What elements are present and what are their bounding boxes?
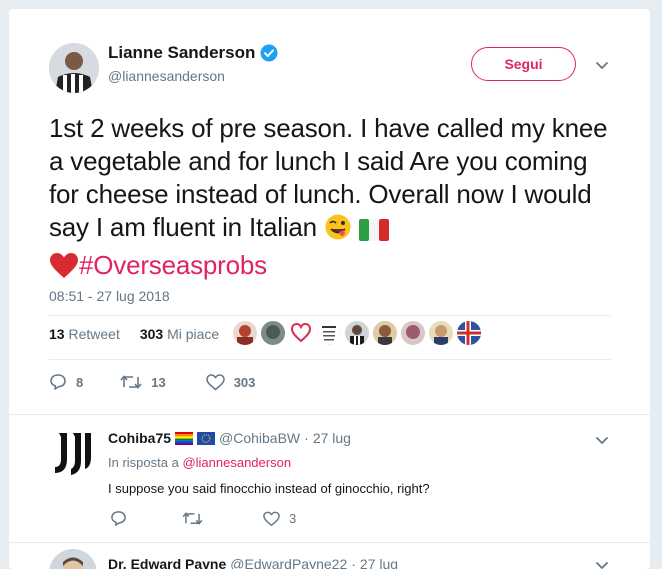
in-reply-to: In risposta a @liannesanderson xyxy=(108,455,291,470)
retweet-icon xyxy=(120,375,142,389)
reply-count: 8 xyxy=(76,374,84,390)
reply-author-name[interactable]: Cohiba75 xyxy=(108,430,171,446)
reply-icon[interactable] xyxy=(110,510,127,527)
reply-avatar[interactable] xyxy=(49,549,97,569)
retweet-count: 13 xyxy=(151,374,166,390)
divider xyxy=(49,359,611,360)
retweet-stat-label: Retweet xyxy=(68,326,120,342)
reply-date[interactable]: 27 lug xyxy=(313,430,351,446)
tweet-timestamp[interactable]: 08:51 - 27 lug 2018 xyxy=(49,288,170,304)
reply-icon xyxy=(50,374,66,390)
liker-avatar[interactable] xyxy=(373,321,397,345)
verified-badge-icon xyxy=(260,44,278,62)
chevron-down-icon[interactable] xyxy=(595,436,609,446)
like-stat[interactable]: 303 Mi piace xyxy=(140,326,219,342)
reply-actions: 3 xyxy=(110,510,296,527)
reply-like-count: 3 xyxy=(289,511,297,526)
chevron-down-icon[interactable] xyxy=(595,561,609,569)
like-action[interactable]: 303 xyxy=(205,373,256,391)
divider xyxy=(9,414,650,415)
liker-avatar[interactable] xyxy=(401,321,425,345)
like-stat-label: Mi piace xyxy=(167,326,220,342)
follow-button[interactable]: Segui xyxy=(471,47,576,81)
author-name[interactable]: Lianne Sanderson xyxy=(108,43,278,63)
reply-author: Cohiba75 @CohibaBW · 27 lug xyxy=(108,430,351,446)
heart-icon xyxy=(205,373,225,390)
in-reply-handle-link[interactable]: @liannesanderson xyxy=(182,455,291,470)
liker-avatars xyxy=(233,321,481,345)
reply-action[interactable]: 8 xyxy=(49,373,83,391)
reply-text: I suppose you said finocchio instead of … xyxy=(108,481,430,496)
divider xyxy=(9,542,650,543)
retweet-action[interactable]: 13 xyxy=(120,374,166,390)
tweet-actions: 8 13 303 xyxy=(49,373,255,391)
author-handle[interactable]: @liannesanderson xyxy=(108,68,225,84)
red-heart-icon xyxy=(49,252,79,287)
reply-separator: · xyxy=(304,430,309,446)
italy-flag-icon xyxy=(359,216,389,249)
tweet-card: Lianne Sanderson @liannesanderson Segui … xyxy=(9,9,650,569)
retweet-stat[interactable]: 13 Retweet xyxy=(49,326,120,342)
liker-avatar[interactable] xyxy=(289,321,313,345)
winking-face-emoji-icon xyxy=(324,213,352,249)
author-avatar[interactable] xyxy=(49,43,99,93)
liker-avatar[interactable] xyxy=(345,321,369,345)
reply-author-handle[interactable]: @CohibaBW xyxy=(219,430,300,446)
like-count: 303 xyxy=(233,374,256,390)
hashtag-link[interactable]: #Overseasprobs xyxy=(79,250,267,280)
like-stat-count: 303 xyxy=(139,326,164,342)
author-name-text[interactable]: Lianne Sanderson xyxy=(108,43,255,63)
tweet-stats: 13 Retweet 303 Mi piace xyxy=(49,326,219,342)
liker-avatar[interactable] xyxy=(261,321,285,345)
liker-avatar[interactable] xyxy=(457,321,481,345)
tweet-text: 1st 2 weeks of pre season. I have called… xyxy=(49,112,609,287)
retweet-stat-count: 13 xyxy=(49,326,65,342)
liker-avatar[interactable] xyxy=(233,321,257,345)
liker-avatar[interactable] xyxy=(429,321,453,345)
liker-avatar[interactable] xyxy=(317,321,341,345)
rainbow-flag-icon xyxy=(175,431,194,445)
chevron-down-icon[interactable] xyxy=(595,61,609,71)
reply-avatar[interactable] xyxy=(49,429,97,477)
reply-like-action[interactable]: 3 xyxy=(263,511,296,527)
divider xyxy=(49,315,611,316)
retweet-icon[interactable] xyxy=(182,511,203,526)
eu-flag-icon xyxy=(197,431,216,445)
in-reply-prefix: In risposta a xyxy=(108,455,179,470)
heart-icon xyxy=(263,511,280,526)
